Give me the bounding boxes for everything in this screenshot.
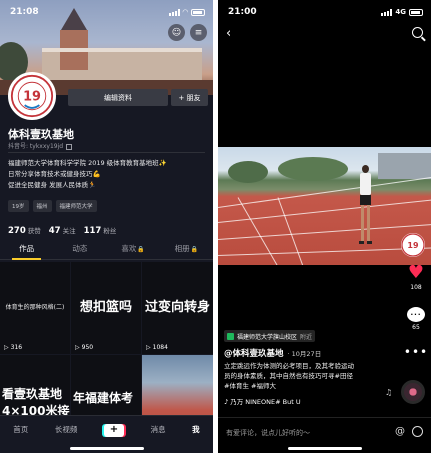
status-bar: 21:08 ◠ (0, 6, 213, 20)
avatar[interactable]: 19 (8, 72, 56, 120)
location-icon (227, 332, 234, 340)
stat-likes[interactable]: 270 获赞 (8, 218, 41, 237)
comment-icon[interactable]: ··· (407, 307, 425, 322)
video-author[interactable]: @体科壹玖基地 · 10月27日 (224, 347, 321, 359)
back-icon[interactable]: ‹ (226, 26, 231, 41)
profile-tabs: 作品 动态 喜欢🔒 相册🔒 (0, 242, 213, 260)
watermark-logo: 19 (401, 233, 425, 257)
profile-stats: 270 获赞 47 关注 117 粉丝 (8, 218, 116, 237)
battery-icon (409, 8, 423, 16)
status-time: 21:08 (10, 7, 39, 17)
tab-works[interactable]: 作品 (0, 242, 53, 260)
comment-input[interactable]: 有爱评论，说点儿好听的～ (226, 428, 310, 438)
edit-profile-button[interactable]: 编辑资料 (68, 89, 168, 106)
battery-icon (191, 8, 205, 16)
signal-icon (168, 8, 180, 16)
home-indicator (70, 447, 144, 450)
svg-text:19: 19 (23, 90, 41, 105)
nav-home[interactable]: 首页 (13, 424, 28, 435)
tag-school[interactable]: 福建师范大学 (55, 200, 97, 212)
tag-age: 19岁 (8, 200, 29, 212)
video-caption: 立定跳远作为体测的必考项目，及其考验运动 员的身体素质，其中自然也有技巧可寻#田… (224, 362, 354, 390)
signal-icon (381, 8, 393, 16)
nav-long-video[interactable]: 长视频 (55, 424, 78, 435)
wifi-icon: ◠ (182, 8, 188, 16)
video-thumbnail[interactable]: 过变向转身 ▷ 1084 (142, 262, 213, 354)
svg-text:19: 19 (407, 241, 419, 250)
profile-uid: 抖音号: tykxxy19jd (8, 141, 73, 150)
music-disc[interactable] (401, 380, 425, 404)
like-count: 108 (410, 284, 422, 291)
bio-line: 日常分享体育技术或健身技巧💪 (8, 170, 101, 178)
divider (8, 152, 205, 153)
lock-icon: 🔒 (190, 246, 199, 253)
like-icon[interactable]: ♥ (408, 264, 424, 282)
lock-icon: 🔒 (137, 246, 145, 253)
play-icon: ▷ (4, 344, 9, 351)
music-label[interactable]: ♪ 乃万 NINEONE# But U (224, 396, 301, 406)
visitor-icon[interactable]: ☺ (168, 24, 185, 41)
network-label: 4G (395, 8, 406, 16)
tab-album[interactable]: 相册🔒 (160, 242, 213, 259)
home-indicator (288, 447, 362, 450)
menu-icon[interactable]: ≡ (190, 24, 207, 41)
play-icon: ▷ (146, 344, 151, 351)
create-button[interactable]: + (103, 424, 124, 437)
music-note-icon: ♫ (385, 388, 393, 397)
add-friend-button[interactable]: + 朋友 (171, 89, 208, 106)
tab-moments[interactable]: 动态 (53, 242, 106, 259)
qr-code-icon[interactable] (66, 143, 73, 150)
profile-tags: 19岁 福州 福建师范大学 (8, 200, 97, 212)
more-icon[interactable]: ••• (404, 346, 428, 358)
video-player[interactable]: 19 (218, 147, 431, 265)
bio-line: 福建师范大学体育科学学院 2019 级体育教育基地班✨ (8, 159, 167, 167)
side-actions: ♥ 108 ··· 65 ••• (404, 264, 428, 359)
comment-count: 65 (412, 324, 420, 331)
tag-city: 福州 (32, 200, 52, 212)
video-header: ‹ (218, 26, 431, 42)
emoji-icon[interactable] (412, 426, 423, 437)
bio-line: 促进全民健身 发展人民体质🏃 (8, 181, 97, 189)
location-tag[interactable]: 福建师范大学旗山校区 附近 (224, 330, 316, 342)
tab-likes[interactable]: 喜欢🔒 (107, 242, 160, 259)
stat-followers[interactable]: 117 粉丝 (84, 218, 117, 237)
profile-screen: 21:08 ◠ ☺ ≡ 19 编辑资料 + 朋友 体科壹玖基地 抖音号: tyk… (0, 0, 213, 453)
search-icon[interactable] (412, 27, 423, 38)
status-time: 21:00 (228, 7, 257, 17)
play-icon: ▷ (75, 344, 80, 351)
nav-messages[interactable]: 消息 (151, 424, 166, 435)
mention-icon[interactable]: @ (395, 426, 405, 437)
athlete-figure (358, 165, 372, 250)
video-thumbnail[interactable]: 想扣篮吗 ▷ 950 (71, 262, 141, 354)
nav-me[interactable]: 我 (192, 424, 200, 435)
stat-following[interactable]: 47 关注 (49, 218, 76, 237)
video-thumbnail[interactable]: 体育生的那种风格(二) ▷ 316 (0, 262, 70, 354)
profile-nickname: 体科壹玖基地 (8, 128, 74, 141)
status-bar: 21:00 4G (218, 6, 431, 20)
post-date: · 10月27日 (287, 350, 322, 358)
video-screen: 21:00 4G ‹ 19 ♥ 108 ··· 65 ••• 福建师范大学旗山校… (218, 0, 431, 453)
profile-bio: 福建师范大学体育科学学院 2019 级体育教育基地班✨ 日常分享体育技术或健身技… (8, 158, 208, 191)
